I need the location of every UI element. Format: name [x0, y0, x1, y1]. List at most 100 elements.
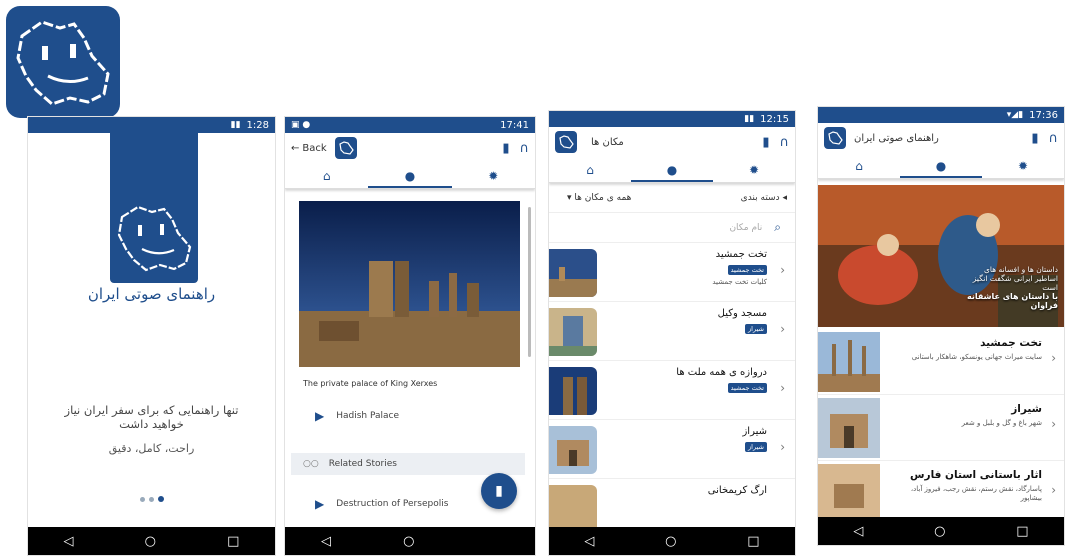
home-icon: ⌂ [586, 162, 594, 177]
list-item[interactable]: تخت جمشید سایت میراث جهانی یونسکو، شاهکا… [818, 329, 1064, 395]
recents-nav-icon[interactable]: □ [227, 534, 239, 549]
tab-places[interactable]: ● [900, 153, 982, 178]
banner-line: اساطیر ایرانی شگفت انگیز [972, 274, 1058, 283]
list-item[interactable]: مسجد وکیل شیراز › [549, 302, 795, 361]
back-nav-icon[interactable]: ◁ [584, 534, 594, 549]
headphones-icon[interactable]: ∩ [519, 141, 529, 156]
category-label[interactable]: دسته بندی ◂ [741, 193, 787, 203]
signal-icon: ▾◢▮ [1006, 110, 1024, 120]
place-thumbnail [818, 464, 880, 524]
search-icon[interactable]: ⌕ [774, 220, 781, 235]
places-screen: ▮▮ 12:15 مکان ها ▮ ∩ ⌂ ● ✹ ▾ همه ی مکان … [548, 110, 796, 556]
location-badge: شیراز [745, 442, 767, 452]
page-dot[interactable] [139, 497, 145, 502]
banner-line: است [1042, 283, 1058, 292]
place-desc: کلیات تخت جمشید [712, 278, 767, 286]
headphones-icon[interactable]: ∩ [1048, 131, 1058, 146]
status-bar: ▣ ● 17:41 [285, 117, 535, 133]
places-list: تخت جمشید تخت جمشید کلیات تخت جمشید › مس… [549, 243, 795, 538]
chevron-right-icon: › [1051, 351, 1056, 365]
back-button[interactable]: Back [302, 143, 326, 154]
page-indicator[interactable] [28, 487, 275, 506]
splash-screen: ▮▮ 1:28 راهنمای صوتی ایران تنها راهنمایی… [27, 116, 276, 556]
splash-banner [110, 133, 198, 283]
search-input[interactable]: نام مکان [729, 223, 762, 233]
tab-settings[interactable]: ✹ [982, 153, 1064, 178]
status-bar: ▾◢▮ 17:36 [818, 107, 1064, 123]
gear-icon: ✹ [748, 162, 760, 177]
place-name: شیراز [1011, 403, 1042, 415]
page-dot[interactable] [148, 497, 154, 502]
place-thumbnail [818, 398, 880, 458]
audio-row[interactable]: ▶ Destruction of Persepolis [315, 497, 448, 511]
tab-places[interactable]: ● [631, 157, 713, 182]
book-icon[interactable]: ▮ [502, 141, 509, 156]
back-nav-icon[interactable]: ◁ [321, 534, 331, 549]
screen-title: راهنمای صوتی ایران [854, 132, 939, 144]
audio-row[interactable]: ▶ Hadish Palace [315, 409, 399, 423]
tab-home[interactable]: ⌂ [549, 157, 631, 182]
app-logo [6, 6, 120, 118]
play-icon[interactable]: ▶ [315, 409, 324, 423]
tab-home[interactable]: ⌂ [818, 153, 900, 178]
link-icon: ○○ [303, 459, 319, 469]
screen-title: مکان ها [591, 136, 624, 148]
back-arrow-icon[interactable]: ← [291, 143, 299, 154]
back-nav-icon[interactable]: ◁ [64, 534, 74, 549]
back-nav-icon[interactable]: ◁ [853, 524, 863, 539]
detail-screen: ▣ ● 17:41 ← Back ▮ ∩ ⌂ ● ✹ The private p… [284, 116, 536, 556]
place-desc: پاسارگاد، نقش رستم، نقش رجب، فیروز آباد،… [910, 485, 1042, 502]
list-item[interactable]: شیراز شیراز › [549, 420, 795, 479]
chevron-right-icon: › [780, 263, 785, 277]
status-bar: ▮▮ 12:15 [549, 111, 795, 127]
iran-map-icon [16, 20, 110, 106]
appbar-actions: ▮ ∩ [502, 141, 529, 156]
bookmark-fab[interactable]: ▮ [481, 473, 517, 509]
tab-settings[interactable]: ✹ [452, 163, 535, 188]
book-icon[interactable]: ▮ [1031, 131, 1038, 146]
location-pin-icon: ● [935, 158, 947, 173]
list-item[interactable]: شیراز شهر باغ و گل و بلبل و شعر › [818, 395, 1064, 461]
home-screen: ▾◢▮ 17:36 راهنمای صوتی ایران ▮ ∩ ⌂ ● ✹ د… [817, 106, 1065, 546]
app-bar: ← Back ▮ ∩ [285, 133, 535, 163]
page-dot-active[interactable] [157, 496, 164, 502]
play-icon[interactable]: ▶ [315, 497, 324, 511]
status-time: 17:36 [1029, 109, 1058, 121]
tab-bar: ⌂ ● ✹ [549, 157, 795, 183]
home-nav-icon[interactable]: ○ [403, 534, 414, 549]
gear-icon: ✹ [488, 168, 499, 183]
recents-nav-icon[interactable]: □ [1016, 524, 1028, 539]
notification-icon: ▣ ● [291, 120, 311, 130]
list-item[interactable]: تخت جمشید تخت جمشید کلیات تخت جمشید › [549, 243, 795, 302]
home-nav-icon[interactable]: ○ [665, 534, 676, 549]
tab-places[interactable]: ● [368, 163, 452, 188]
place-name: اثار باستانی استان فارس [910, 469, 1042, 481]
audio-title: Hadish Palace [336, 411, 400, 421]
status-bar: ▮▮ 1:28 [28, 117, 275, 133]
book-icon[interactable]: ▮ [762, 135, 769, 150]
home-nav-icon[interactable]: ○ [934, 524, 945, 539]
place-name: شیراز [742, 426, 767, 437]
headphones-icon[interactable]: ∩ [779, 135, 789, 150]
home-nav-icon[interactable]: ○ [145, 534, 156, 549]
banner-caption: داستان ها و افسانه های اساطیر ایرانی شگف… [940, 265, 1058, 310]
location-badge: تخت جمشید [727, 383, 767, 393]
tab-bar: ⌂ ● ✹ [285, 163, 535, 189]
list-item[interactable]: دروازه ی همه ملت ها تخت جمشید › [549, 361, 795, 420]
place-name: تخت جمشید [715, 249, 767, 260]
tab-settings[interactable]: ✹ [713, 157, 795, 182]
audio-title: Destruction of Persepolis [336, 499, 449, 509]
location-badge: تخت جمشید [727, 265, 767, 275]
signal-icon: ▮▮ [230, 120, 241, 130]
scrollbar[interactable] [528, 207, 531, 357]
recents-nav-icon[interactable]: □ [747, 534, 759, 549]
place-desc: سایت میراث جهانی یونسکو، شاهکار باستانی [911, 353, 1042, 361]
dropdown-value: همه ی مکان ها [574, 192, 632, 203]
tab-home[interactable]: ⌂ [285, 163, 368, 188]
all-places-dropdown[interactable]: ▾ همه ی مکان ها [567, 193, 631, 203]
place-thumbnail [549, 249, 597, 297]
search-bar[interactable]: نام مکان ⌕ [549, 213, 795, 243]
android-nav-bar: ◁ ○ □ [285, 527, 535, 555]
iran-map-icon [117, 205, 192, 272]
persepolis-photo [299, 201, 520, 367]
